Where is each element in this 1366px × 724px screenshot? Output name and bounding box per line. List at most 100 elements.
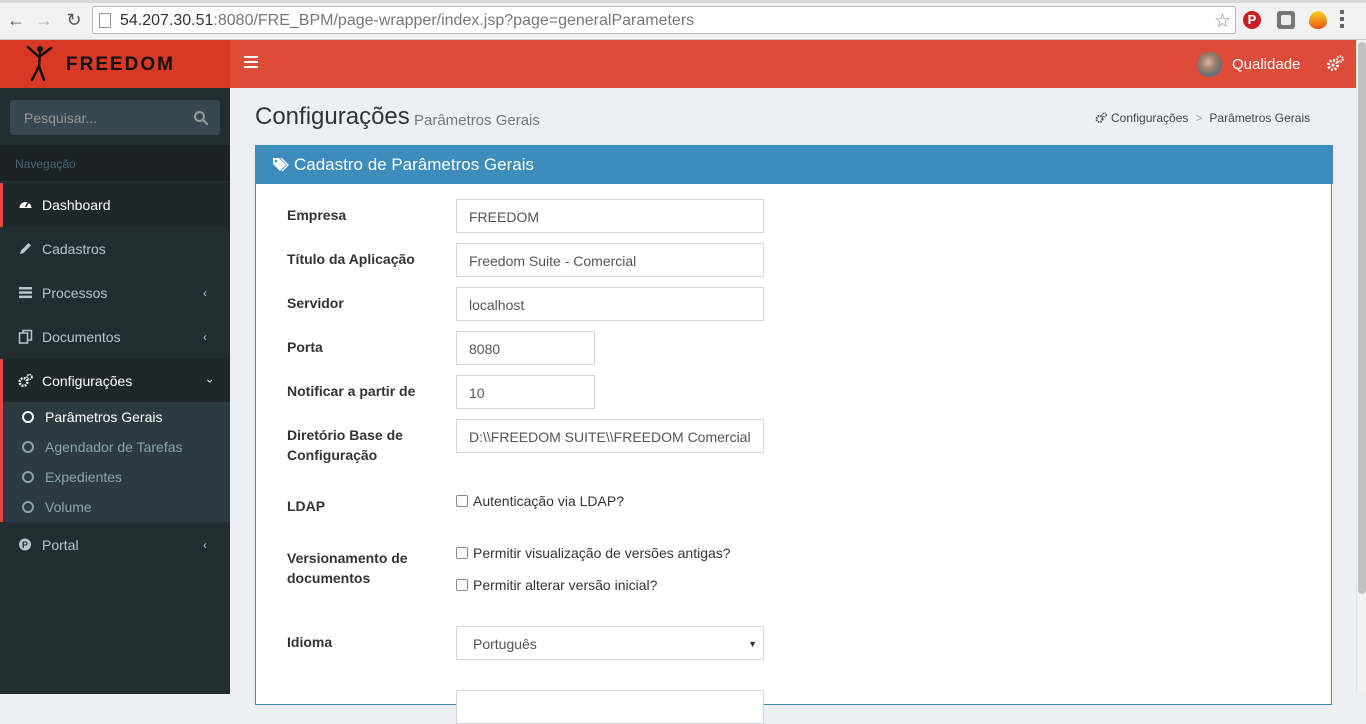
next-field[interactable] [456,690,764,724]
logo-text: FREEDOM [66,54,175,75]
servidor-field[interactable]: localhost [456,287,764,321]
sidebar: Pesquisar... Navegação Dashboard Cadastr… [0,88,230,694]
porta-label: Porta [287,339,323,355]
page-title: Configurações [255,103,410,130]
submenu-item-expedientes[interactable]: Expedientes [3,462,230,492]
circle-icon [22,441,34,453]
empresa-field[interactable]: FREEDOM [456,199,764,233]
notificar-label: Notificar a partir de [287,383,416,399]
search-icon[interactable] [193,110,209,126]
box-header: Cadastro de Parâmetros Gerais [256,145,1333,184]
tab-strip [0,0,1366,3]
form-box: Cadastro de Parâmetros Gerais Empresa FR… [255,145,1333,724]
submenu-item-label: Expedientes [45,469,123,485]
breadcrumb-configuracoes[interactable]: Configurações [1111,111,1188,125]
ldap-checkbox[interactable] [456,495,468,507]
chevron-left-icon: ‹ [203,538,207,552]
sidebar-item-portal[interactable]: P Portal ‹ [0,523,230,567]
circle-icon [22,501,34,513]
bookmark-star-icon[interactable]: ☆ [1214,10,1231,33]
empresa-label: Empresa [287,207,347,223]
pinterest-extension-icon[interactable]: P [1243,11,1261,29]
diretorio-field[interactable]: D:\\FREEDOM SUITE\\FREEDOM Comercial [456,419,764,453]
dashboard-icon [19,201,32,208]
notificar-field[interactable]: 10 [456,375,595,409]
sidebar-item-label: Dashboard [42,197,111,213]
logo-figure-icon [26,45,53,82]
porta-field[interactable]: 8080 [456,331,595,365]
diretorio-label-line2: Configuração [287,447,378,463]
servidor-label: Servidor [287,295,344,311]
versoes-antigas-checkbox-row[interactable]: Permitir visualização de versões antigas… [456,545,731,561]
submenu-item-label: Volume [45,499,92,515]
submenu-item-label: Agendador de Tarefas [45,439,183,455]
versoes-antigas-label: Permitir visualização de versões antigas… [473,545,731,561]
url-text[interactable]: 54.207.30.51:8080/FRE_BPM/page-wrapper/i… [120,12,694,30]
gears-icon[interactable] [1326,55,1344,73]
submenu-item-parametros-gerais[interactable]: Parâmetros Gerais [3,402,230,432]
list-icon [19,287,32,299]
breadcrumb: Configurações > Parâmetros Gerais [1095,111,1310,125]
versao-inicial-label: Permitir alterar versão inicial? [473,577,658,593]
ldap-label: LDAP [287,498,326,514]
search-input[interactable]: Pesquisar... [10,100,220,135]
sidebar-toggle-icon[interactable] [244,56,258,68]
sidebar-item-cadastros[interactable]: Cadastros [0,227,230,271]
versoes-antigas-checkbox[interactable] [456,547,468,559]
ldap-checkbox-row[interactable]: Autenticação via LDAP? [456,493,624,509]
flame-extension-icon[interactable] [1309,11,1327,29]
search-placeholder: Pesquisar... [24,110,98,126]
dropdown-arrow-icon: ▼ [748,639,757,649]
extension-icon[interactable] [1277,11,1295,29]
scrollbar[interactable] [1356,40,1366,694]
back-icon[interactable]: ← [6,10,26,30]
idioma-label: Idioma [287,634,333,650]
app-header: FREEDOM Qualidade [0,40,1356,88]
submenu-configuracoes: Parâmetros Gerais Agendador de Tarefas E… [0,402,230,522]
titulo-label: Título da Aplicação [287,251,415,267]
user-name[interactable]: Qualidade [1232,56,1300,73]
browser-toolbar: ← → ↻ 54.207.30.51:8080/FRE_BPM/page-wra… [0,0,1366,40]
chevron-left-icon: ‹ [203,330,207,344]
scrollbar-thumb[interactable] [1358,42,1366,594]
circle-icon [22,471,34,483]
reload-icon[interactable]: ↻ [64,10,84,30]
idioma-select[interactable]: Português ▼ [456,626,764,660]
tags-icon [273,157,289,172]
address-bar[interactable]: 54.207.30.51:8080/FRE_BPM/page-wrapper/i… [92,6,1236,34]
forward-icon[interactable]: → [34,10,54,30]
sidebar-item-dashboard[interactable]: Dashboard [0,183,230,227]
breadcrumb-current: Parâmetros Gerais [1209,111,1311,125]
chevron-down-icon: ‹ [202,379,216,383]
logo[interactable]: FREEDOM [0,40,230,88]
sidebar-item-label: Documentos [42,329,121,345]
chevron-left-icon: ‹ [203,286,207,300]
submenu-item-volume[interactable]: Volume [3,492,230,522]
pencil-icon [20,243,31,254]
circle-icon [22,411,34,423]
diretorio-label-line1: Diretório Base de [287,427,403,443]
sidebar-item-processos[interactable]: Processos ‹ [0,271,230,315]
files-icon [18,329,33,344]
ldap-checkbox-label: Autenticação via LDAP? [473,493,624,509]
svg-text:P: P [22,540,28,550]
submenu-item-agendador[interactable]: Agendador de Tarefas [3,432,230,462]
browser-menu-icon[interactable] [1340,10,1344,30]
sidebar-item-configuracoes[interactable]: Configurações ‹ [0,359,230,403]
sidebar-item-label: Cadastros [42,241,106,257]
sidebar-item-documentos[interactable]: Documentos ‹ [0,315,230,359]
gears-icon [18,373,33,388]
avatar[interactable] [1197,52,1222,77]
versao-inicial-checkbox-row[interactable]: Permitir alterar versão inicial? [456,577,657,593]
versionamento-label-line2: documentos [287,570,371,586]
pinterest-icon: P [19,538,31,551]
gears-icon [1095,112,1107,123]
url-host: 54.207.30.51 [120,12,214,29]
sidebar-item-label: Processos [42,285,108,301]
page-icon [99,13,111,28]
versao-inicial-checkbox[interactable] [456,579,468,591]
nav-header: Navegação [15,157,76,171]
breadcrumb-separator: > [1195,111,1203,125]
titulo-field[interactable]: Freedom Suite - Comercial [456,243,764,277]
sidebar-item-label: Portal [42,537,79,553]
